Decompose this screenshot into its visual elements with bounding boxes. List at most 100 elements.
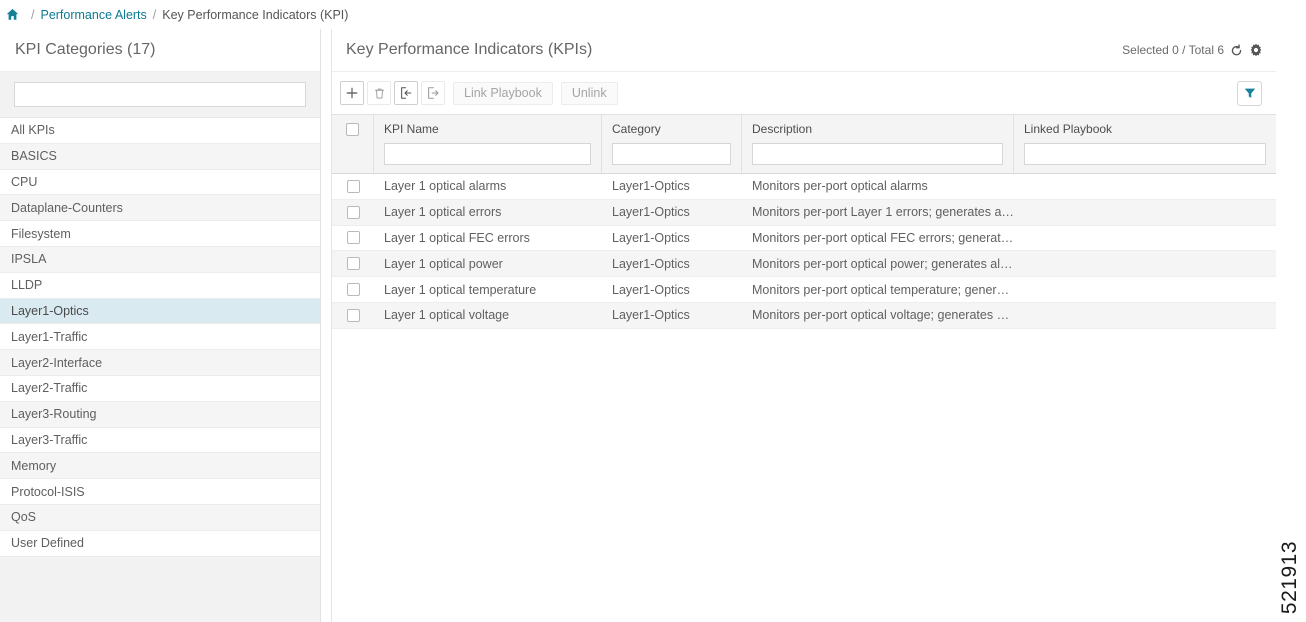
row-select-cell <box>332 283 374 297</box>
row-checkbox[interactable] <box>346 283 360 297</box>
cell-category: Layer1-Optics <box>612 282 690 297</box>
sidebar-item-layer3-traffic[interactable]: Layer3-Traffic <box>0 427 320 454</box>
cell-category: Layer1-Optics <box>612 205 690 220</box>
column-category-label: Category <box>612 122 661 136</box>
sidebar-item-filesystem[interactable]: Filesystem <box>0 221 320 247</box>
filter-linked-playbook-input[interactable] <box>1024 143 1266 165</box>
gear-icon[interactable] <box>1249 43 1263 57</box>
column-description-label: Description <box>752 122 813 136</box>
cell-kpi-name: Layer 1 optical voltage <box>384 308 510 323</box>
sidebar-item-dataplane-counters[interactable]: Dataplane-Counters <box>0 195 320 222</box>
sidebar-item-label: Layer3-Routing <box>11 407 97 422</box>
sidebar-item-layer2-interface[interactable]: Layer2-Interface <box>0 350 320 376</box>
page-title: Key Performance Indicators (KPIs) <box>346 41 593 58</box>
row-select-cell <box>332 179 374 193</box>
cell-kpi-name: Layer 1 optical temperature <box>384 282 537 297</box>
cell-category: Layer1-Optics <box>612 308 690 323</box>
breadcrumb-separator-2: / <box>152 7 157 22</box>
sidebar-item-lldp[interactable]: LLDP <box>0 272 320 299</box>
sidebar-item-label: BASICS <box>11 149 57 164</box>
row-checkbox[interactable] <box>346 205 360 219</box>
export-kpi-button[interactable] <box>421 81 445 105</box>
header-row: KPI Name Category Description Linked Pla… <box>332 115 1276 173</box>
sidebar-item-label: IPSLA <box>11 252 47 267</box>
selection-status: Selected 0 / Total 6 <box>1122 43 1224 57</box>
cell-category: Layer1-Optics <box>612 179 690 194</box>
cell-description: Monitors per-port optical temperature; g… <box>752 282 1014 297</box>
home-icon[interactable] <box>6 8 19 21</box>
sidebar-item-label: LLDP <box>11 278 43 293</box>
category-search-input[interactable] <box>14 82 306 107</box>
sidebar-item-label: CPU <box>11 174 38 189</box>
breadcrumb: / Performance Alerts / Key Performance I… <box>0 0 1306 29</box>
sidebar-item-memory[interactable]: Memory <box>0 453 320 480</box>
cell-description: Monitors per-port Layer 1 errors; genera… <box>752 205 1014 220</box>
row-select-cell <box>332 308 374 322</box>
table-row[interactable]: Layer 1 optical alarms Layer1-Optics Monit… <box>332 174 1276 200</box>
category-list: All KPIs BASICS CPU Dataplane-Counters Files… <box>0 117 320 557</box>
row-checkbox[interactable] <box>346 308 360 322</box>
column-description: Description <box>742 115 1014 173</box>
row-select-cell <box>332 205 374 219</box>
import-icon <box>401 87 412 99</box>
cell-category: Layer1-Optics <box>612 256 690 271</box>
sidebar-item-all-kpis[interactable]: All KPIs <box>0 118 320 144</box>
refresh-icon[interactable] <box>1230 43 1243 57</box>
kpi-list-panel: Key Performance Indicators (KPIs) Select… <box>331 29 1276 622</box>
filter-button[interactable] <box>1237 80 1262 106</box>
sidebar-item-layer3-routing[interactable]: Layer3-Routing <box>0 401 320 428</box>
sidebar-item-label: Layer1-Traffic <box>11 329 88 344</box>
sidebar-item-layer1-traffic[interactable]: Layer1-Traffic <box>0 324 320 351</box>
sidebar-item-user-defined[interactable]: User Defined <box>0 530 320 557</box>
breadcrumb-link-performance-alerts[interactable]: Performance Alerts <box>40 8 146 22</box>
delete-kpi-button[interactable] <box>367 81 391 105</box>
export-icon <box>428 87 439 99</box>
filter-category-input[interactable] <box>612 143 731 165</box>
app-root: / Performance Alerts / Key Performance I… <box>0 0 1306 622</box>
sidebar-item-label: Layer2-Traffic <box>11 381 88 396</box>
sidebar-item-label: All KPIs <box>11 123 55 138</box>
cell-description: Monitors per-port optical alarms <box>752 179 928 194</box>
kpi-table: KPI Name Category Description Linked Pla… <box>332 114 1276 329</box>
column-kpi-name-label: KPI Name <box>384 122 439 136</box>
add-kpi-button[interactable] <box>340 81 364 105</box>
toolbar-buttons: Link Playbook Unlink <box>340 81 618 105</box>
sidebar-item-layer1-optics[interactable]: Layer1-Optics <box>0 298 320 325</box>
row-checkbox[interactable] <box>346 231 360 245</box>
import-kpi-button[interactable] <box>394 81 418 105</box>
cell-description: Monitors per-port optical power; generat… <box>752 256 1014 271</box>
link-playbook-button[interactable]: Link Playbook <box>453 81 553 105</box>
row-select-cell <box>332 257 374 271</box>
sidebar-item-label: Layer1-Optics <box>11 303 89 318</box>
row-select-cell <box>332 231 374 245</box>
table-row[interactable]: Layer 1 optical errors Layer1-Optics Monit… <box>332 199 1276 226</box>
sidebar-item-ipsla[interactable]: IPSLA <box>0 246 320 273</box>
filter-description-input[interactable] <box>752 143 1003 165</box>
filter-kpi-name-input[interactable] <box>384 143 591 165</box>
table-row[interactable]: Layer 1 optical FEC errors Layer1-Optics M… <box>332 225 1276 252</box>
table-row[interactable]: Layer 1 optical voltage Layer1-Optics Moni… <box>332 302 1276 329</box>
select-all-checkbox[interactable] <box>346 123 359 136</box>
sidebar-item-protocol-isis[interactable]: Protocol-ISIS <box>0 479 320 505</box>
cell-category: Layer1-Optics <box>612 230 690 245</box>
cell-kpi-name: Layer 1 optical errors <box>384 205 502 220</box>
sidebar-item-label: Memory <box>11 458 57 473</box>
sidebar-item-qos[interactable]: QoS <box>0 504 320 531</box>
header-status-group: Selected 0 / Total 6 <box>1122 43 1263 57</box>
sidebar-item-layer2-traffic[interactable]: Layer2-Traffic <box>0 375 320 402</box>
trash-icon <box>374 88 384 98</box>
breadcrumb-current: Key Performance Indicators (KPI) <box>162 7 349 22</box>
unlink-button[interactable]: Unlink <box>560 81 618 105</box>
cell-kpi-name: Layer 1 optical power <box>384 256 503 271</box>
table-row[interactable]: Layer 1 optical temperature Layer1-Optics… <box>332 277 1276 303</box>
table-row[interactable]: Layer 1 optical power Layer1-Optics Monito… <box>332 251 1276 278</box>
sidebar-item-label: Protocol-ISIS <box>11 484 85 499</box>
sidebar-item-cpu[interactable]: CPU <box>0 169 320 196</box>
kpi-categories-title: KPI Categories (17) <box>0 29 320 72</box>
kpi-categories-panel: KPI Categories (17) All KPIs BASICS CPU Dat… <box>0 29 321 622</box>
row-checkbox[interactable] <box>346 257 360 271</box>
sidebar-item-label: Layer3-Traffic <box>11 432 88 447</box>
row-checkbox[interactable] <box>346 179 360 193</box>
select-all-cell <box>332 115 374 173</box>
sidebar-item-basics[interactable]: BASICS <box>0 143 320 170</box>
